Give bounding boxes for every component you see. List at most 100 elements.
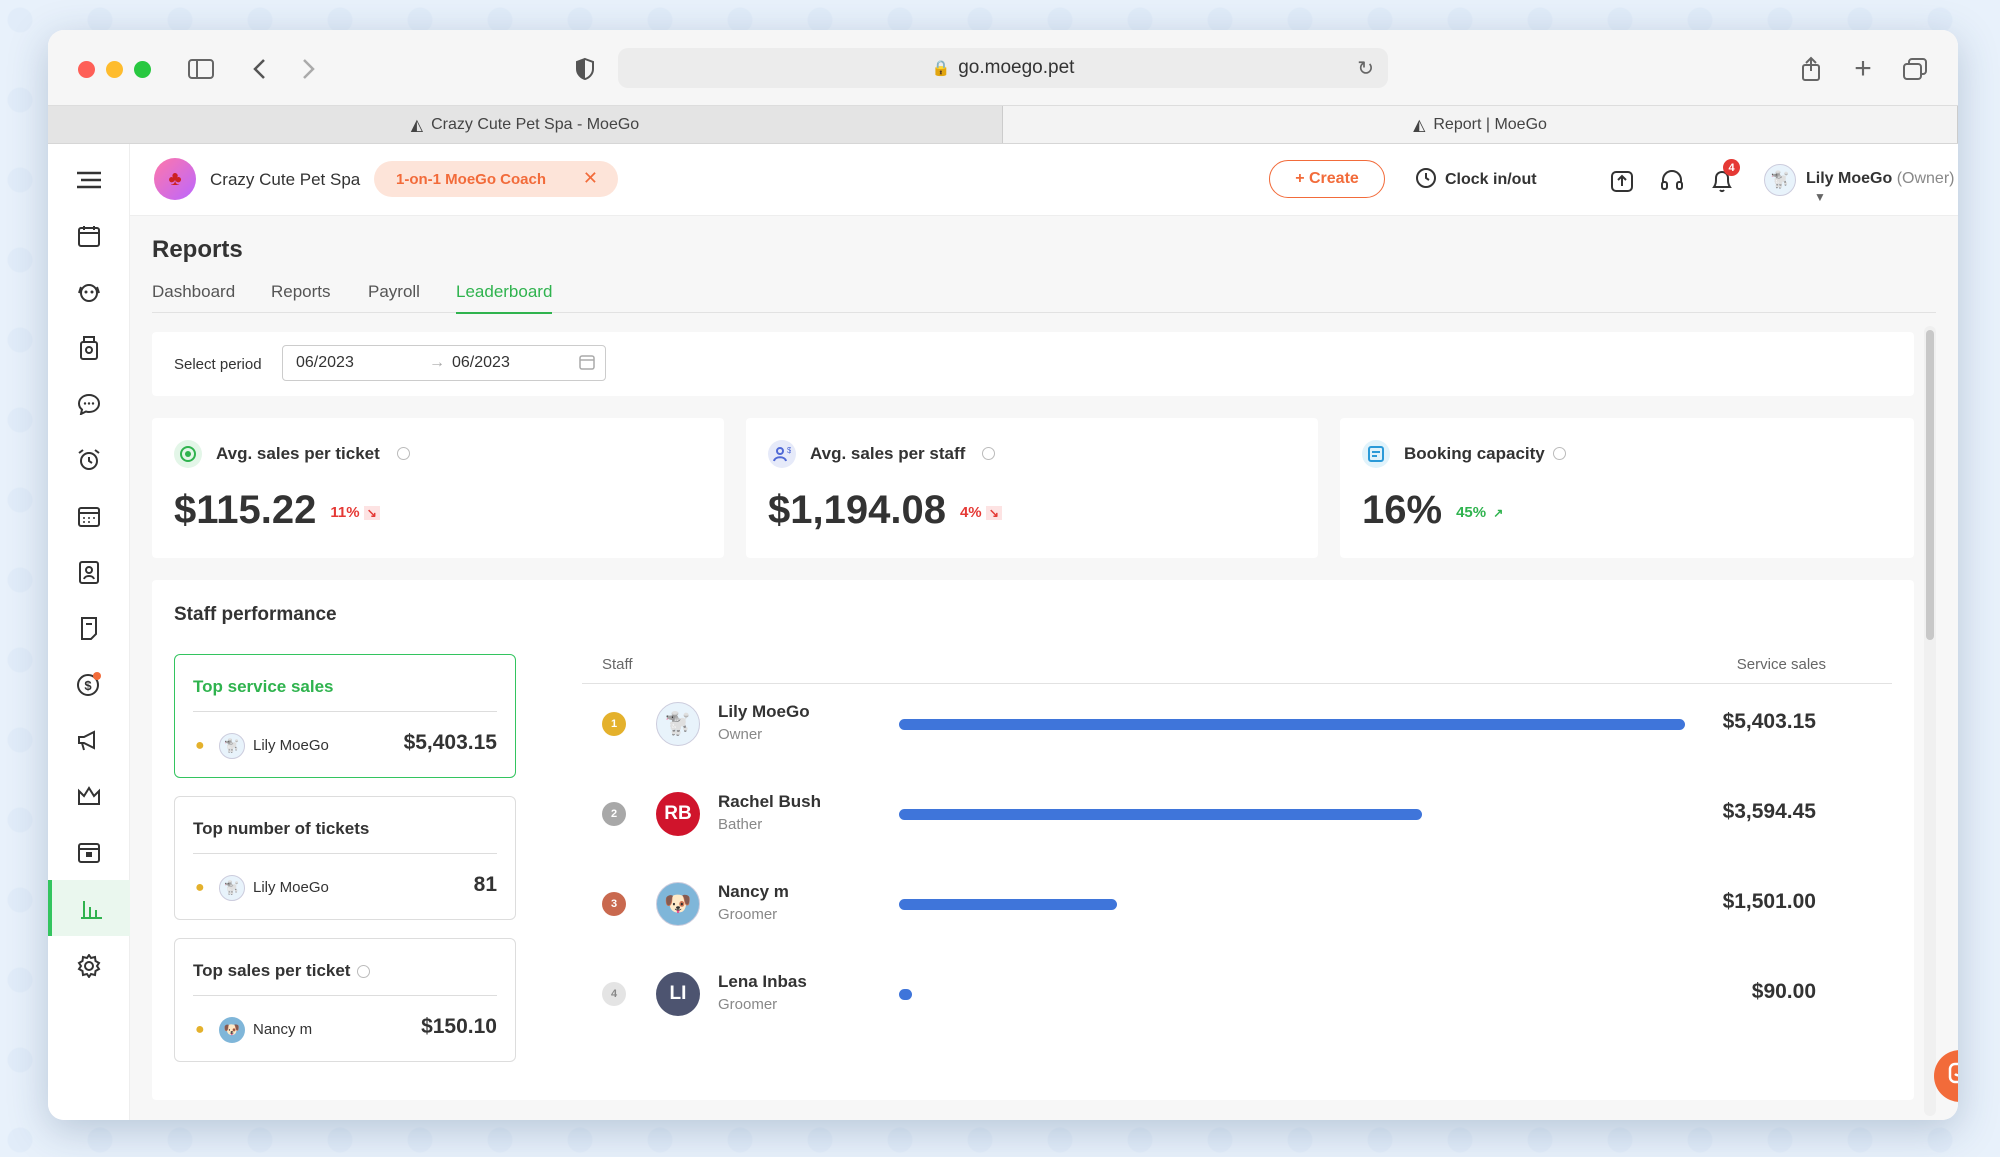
kpi-value: $115.22 11% ↘ xyxy=(174,488,380,533)
membership-icon[interactable] xyxy=(48,770,130,822)
info-icon[interactable] xyxy=(982,447,995,460)
notifications-bell-icon[interactable]: 4 xyxy=(1710,159,1740,199)
period-range-picker[interactable]: 06/2023 → 06/2023 xyxy=(282,345,606,381)
coach-chip[interactable]: 1-on-1 MoeGo Coach ✕ xyxy=(374,161,618,197)
card-value: $150.10 xyxy=(421,1015,497,1038)
medal-gold-icon: ● xyxy=(195,879,205,896)
reminders-icon[interactable] xyxy=(48,434,130,486)
table-row[interactable]: 3 🐶 Nancy m Groomer $1,501.00 xyxy=(582,868,1882,958)
browser-tab[interactable]: ◭ Crazy Cute Pet Spa - MoeGo xyxy=(48,106,1003,143)
kpi-title: Avg. sales per ticket xyxy=(216,444,380,463)
minimize-window-button[interactable] xyxy=(106,61,123,78)
arrow-up-right-icon: ↗ xyxy=(1493,505,1504,520)
table-row[interactable]: 2 RB Rachel Bush Bather $3,594.45 xyxy=(582,778,1882,868)
rank-badge: 3 xyxy=(602,892,626,916)
lock-icon: 🔒 xyxy=(931,60,951,77)
user-name: Lily MoeGo xyxy=(1806,170,1893,187)
sales-bar xyxy=(899,989,913,1000)
new-tab-icon[interactable]: + xyxy=(1848,52,1878,85)
range-arrow-icon: → xyxy=(429,354,445,371)
user-menu[interactable]: Lily MoeGo (Owner) ▼ xyxy=(1806,170,1958,206)
create-button[interactable]: + Create xyxy=(1269,160,1385,198)
clients-icon[interactable] xyxy=(48,546,130,598)
divider xyxy=(193,853,497,854)
kpi-change-text: 45% xyxy=(1456,503,1487,521)
period-card: Select period 06/2023 → 06/2023 xyxy=(152,332,1914,396)
menu-icon[interactable] xyxy=(48,154,130,206)
staff-role: Groomer xyxy=(718,906,778,923)
scrollbar-track[interactable] xyxy=(1924,326,1936,1116)
svg-text:$: $ xyxy=(787,446,791,455)
back-icon[interactable] xyxy=(244,54,274,84)
staff-name: Nancy m xyxy=(718,882,789,901)
business-avatar[interactable]: ♣ xyxy=(154,158,196,200)
user-avatar[interactable]: 🐩 xyxy=(1764,164,1796,196)
period-label: Select period xyxy=(174,356,262,373)
staff-name: Nancy m xyxy=(253,1021,313,1038)
divider xyxy=(193,711,497,712)
clock-icon xyxy=(1415,167,1437,194)
business-name[interactable]: Crazy Cute Pet Spa xyxy=(210,170,360,190)
browser-toolbar: 🔒 go.moego.pet ↻ + xyxy=(48,30,1958,106)
sidebar-toggle-icon[interactable] xyxy=(186,54,216,84)
kpi-card: Avg. sales per ticket $115.22 11% ↘ xyxy=(152,418,724,558)
table-row[interactable]: 1 🐩 Lily MoeGo Owner $5,403.15 xyxy=(582,688,1882,778)
browser-tab-label: Report | MoeGo xyxy=(1433,115,1547,133)
agreements-icon[interactable] xyxy=(48,602,130,654)
tab-dashboard[interactable]: Dashboard xyxy=(152,282,235,302)
column-service-sales: Service sales xyxy=(1736,656,1826,673)
kpi-value-text: $1,194.08 xyxy=(768,488,946,532)
close-icon[interactable]: ✕ xyxy=(583,168,598,189)
messages-icon[interactable] xyxy=(48,378,130,430)
kpi-title: Avg. sales per staff xyxy=(810,444,966,463)
address-bar[interactable]: 🔒 go.moego.pet ↻ xyxy=(618,48,1388,88)
browser-tabs: ◭ Crazy Cute Pet Spa - MoeGo ◭ Report | … xyxy=(48,106,1958,144)
sales-value: $5,403.15 xyxy=(1722,710,1816,733)
privacy-shield-icon[interactable] xyxy=(570,54,600,84)
tab-overview-icon[interactable] xyxy=(1900,54,1930,84)
info-icon[interactable] xyxy=(397,447,410,460)
report-tabs: Dashboard Reports Payroll Leaderboard xyxy=(152,276,1936,314)
staff-role: Groomer xyxy=(718,996,778,1013)
pets-icon[interactable] xyxy=(48,266,130,318)
top-tickets-card[interactable]: Top number of tickets ● 🐩 Lily MoeGo 81 xyxy=(174,796,516,920)
sales-bar xyxy=(899,899,1118,910)
chat-launcher-button[interactable] xyxy=(1934,1050,1958,1102)
kpi-value: $1,194.08 4% ↘ xyxy=(768,488,1002,533)
table-row[interactable]: 4 LI Lena Inbas Groomer $90.00 xyxy=(582,958,1882,1048)
info-icon[interactable] xyxy=(1553,447,1566,460)
payments-icon[interactable]: $ xyxy=(48,658,130,710)
scrollbar-thumb[interactable] xyxy=(1926,330,1934,640)
info-icon[interactable] xyxy=(357,965,370,978)
section-title: Staff performance xyxy=(174,604,337,625)
reload-icon[interactable]: ↻ xyxy=(1357,56,1374,81)
tab-payroll[interactable]: Payroll xyxy=(368,282,420,302)
support-headset-icon[interactable] xyxy=(1660,169,1684,198)
marketing-icon[interactable] xyxy=(48,714,130,766)
rank-badge: 2 xyxy=(602,802,626,826)
reports-icon[interactable] xyxy=(48,880,130,936)
top-service-sales-card[interactable]: Top service sales ● 🐩 Lily MoeGo $5,403.… xyxy=(174,654,516,778)
retail-icon[interactable] xyxy=(48,322,130,374)
notification-badge: 4 xyxy=(1723,159,1740,176)
kpi-change: 45% ↗ xyxy=(1456,504,1506,521)
settings-gear-icon[interactable] xyxy=(48,940,130,992)
clock-in-out-button[interactable]: Clock in/out xyxy=(1415,167,1537,194)
browser-tab-active[interactable]: ◭ Report | MoeGo xyxy=(1003,106,1958,143)
maximize-window-button[interactable] xyxy=(134,61,151,78)
card-value: 81 xyxy=(473,873,497,896)
top-sales-per-ticket-card[interactable]: Top sales per ticket ● 🐶 Nancy m $150.10 xyxy=(174,938,516,1062)
tab-leaderboard[interactable]: Leaderboard xyxy=(456,282,553,314)
share-icon[interactable] xyxy=(1796,54,1826,84)
staff-icon: $ xyxy=(768,440,796,468)
calendar-icon[interactable] xyxy=(48,210,130,262)
tab-reports[interactable]: Reports xyxy=(271,282,331,302)
upload-icon[interactable] xyxy=(1610,169,1634,198)
close-window-button[interactable] xyxy=(78,61,95,78)
forward-icon[interactable] xyxy=(294,54,324,84)
app-sidebar: $ xyxy=(48,144,130,1120)
bookings-icon[interactable] xyxy=(48,826,130,878)
kpi-change: 4% ↘ xyxy=(960,504,1002,521)
schedule-icon[interactable] xyxy=(48,490,130,542)
staff-name: Lena Inbas xyxy=(718,972,807,991)
